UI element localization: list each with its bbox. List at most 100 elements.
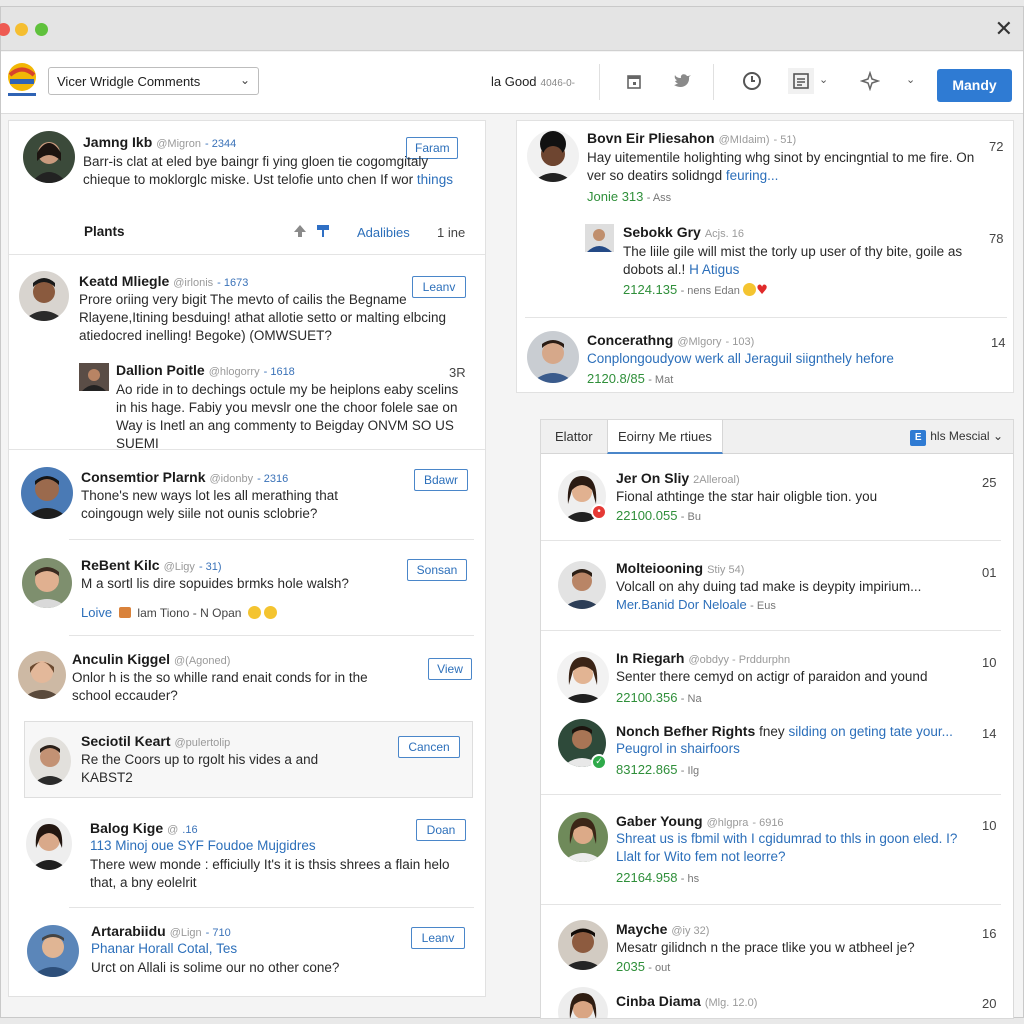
comment-author[interactable]: Dallion Poitle @hlogorry - 1618 bbox=[116, 362, 295, 378]
comment-action-button[interactable]: Doan bbox=[416, 819, 466, 841]
cancel-button[interactable]: Cancen bbox=[398, 736, 460, 758]
comment-author[interactable]: Balog Kige @ .16 bbox=[90, 820, 198, 836]
author-count: - 2316 bbox=[257, 473, 289, 485]
author-name: Keatd Mliegle bbox=[79, 273, 170, 289]
avatar[interactable] bbox=[558, 561, 606, 609]
calendar-icon[interactable] bbox=[621, 68, 647, 94]
divider bbox=[525, 317, 1007, 318]
maximize-window-button[interactable] bbox=[35, 23, 48, 36]
left-comment-feed: Jamng Ikb @Migron - 2344 Faram Barr-is cla… bbox=[8, 120, 486, 997]
author-name: Cinba Diama bbox=[616, 993, 701, 1009]
divider bbox=[541, 540, 1001, 541]
avatar[interactable] bbox=[21, 467, 73, 519]
comment-text: Hay uitementile holighting whg sinot by … bbox=[587, 150, 975, 183]
author-handle: 2Alleroal) bbox=[693, 474, 740, 486]
upvote-icon[interactable] bbox=[293, 224, 307, 238]
heart-icon[interactable]: ♥ bbox=[756, 283, 768, 298]
avatar[interactable] bbox=[79, 363, 109, 391]
comment-link[interactable]: things bbox=[417, 172, 453, 187]
author-handle: @ bbox=[167, 824, 179, 836]
comment-author[interactable]: ReBent Kilc @Ligy - 31) bbox=[81, 557, 222, 573]
avatar[interactable] bbox=[26, 818, 72, 870]
comment-author[interactable]: Jer On Sliy 2Alleroal) bbox=[616, 470, 740, 486]
comment-author[interactable]: Jamng Ikb @Migron - 2344 bbox=[83, 134, 236, 150]
comment-link[interactable]: 113 Minoj oue SYF Foudoe Mujgidres bbox=[90, 838, 316, 853]
comment-link[interactable]: Conplongoudyow werk all Jeraguil siignth… bbox=[587, 351, 894, 366]
comment-link[interactable]: silding on geting tate your... bbox=[789, 724, 953, 739]
comment-author[interactable]: Gaber Young @hlgpra - 6916 bbox=[616, 813, 784, 829]
divider bbox=[541, 794, 1001, 795]
avatar[interactable] bbox=[527, 331, 579, 383]
comment-author[interactable]: Mayche @iy 32) bbox=[616, 921, 709, 937]
minimize-window-button[interactable] bbox=[15, 23, 28, 36]
comment-link[interactable]: Phanar Horall Cotal, Tes bbox=[91, 941, 237, 956]
user-menu-button[interactable]: Mandy bbox=[937, 69, 1012, 102]
meta-number: 2124.135 bbox=[623, 282, 678, 297]
meta-text: - Bu bbox=[680, 511, 701, 523]
avatar[interactable] bbox=[19, 271, 69, 321]
comment-meta: Jonie 313 - Ass bbox=[587, 189, 671, 204]
twitter-icon[interactable] bbox=[670, 68, 696, 94]
comment-link[interactable]: Llalt for Wito fem not leorre? bbox=[616, 849, 786, 864]
comment-author[interactable]: Nonch Befher Rights fney silding on geti… bbox=[616, 723, 953, 739]
message-filter-dropdown[interactable]: Ehls Mescial ⌄ bbox=[910, 429, 1003, 446]
list-icon[interactable] bbox=[788, 68, 814, 94]
avatar[interactable] bbox=[27, 925, 79, 977]
adalibies-link[interactable]: Adalibies bbox=[357, 225, 410, 240]
comment-author[interactable]: Sebokk Gry Acjs. 16 bbox=[623, 224, 744, 240]
comment-author[interactable]: Keatd Mliegle @irlonis - 1673 bbox=[79, 273, 248, 289]
clock-icon[interactable] bbox=[739, 68, 765, 94]
author-handle: Acjs. 16 bbox=[704, 228, 744, 240]
avatar[interactable] bbox=[558, 987, 608, 1018]
comments-view-select[interactable]: Vicer Wridgle Comments ⌄ bbox=[48, 67, 259, 95]
reply-count: 3R bbox=[449, 365, 466, 380]
author-count: - 6916 bbox=[752, 817, 784, 829]
avatar[interactable] bbox=[585, 224, 614, 252]
avatar[interactable] bbox=[29, 737, 71, 785]
comment-author[interactable]: Anculin Kiggel @(Agoned) bbox=[72, 651, 230, 667]
comment-action-button[interactable]: View bbox=[428, 658, 472, 680]
comment-author[interactable]: In Riegarh @obdyy - Prddurphn bbox=[616, 650, 790, 666]
avatar[interactable] bbox=[557, 651, 609, 703]
toolbar-divider bbox=[713, 64, 714, 100]
avatar[interactable] bbox=[558, 812, 608, 862]
comment-action-button[interactable]: Leanv bbox=[411, 927, 465, 949]
avatar[interactable] bbox=[22, 558, 72, 608]
comment-body: Volcall on ahy duing tad make is deypity… bbox=[616, 579, 922, 594]
comment-body: There wew monde : efficiully It's it is … bbox=[90, 857, 450, 890]
comment-author[interactable]: Artarabiidu @Lign - 710 bbox=[91, 923, 231, 939]
sparkle-icon[interactable] bbox=[857, 68, 883, 94]
avatar[interactable] bbox=[23, 131, 75, 183]
meta-link[interactable]: Mer.Banid Dor Neloale bbox=[616, 597, 747, 612]
downvote-icon[interactable] bbox=[316, 224, 330, 238]
toolbar: Vicer Wridgle Comments ⌄ la Good 4046-0- … bbox=[1, 52, 1023, 114]
comment-link[interactable]: feuring... bbox=[726, 168, 779, 183]
avatar[interactable] bbox=[558, 920, 608, 970]
close-icon[interactable]: ✕ bbox=[995, 17, 1013, 42]
meta-text: - hs bbox=[680, 873, 700, 885]
chevron-down-icon[interactable]: ⌄ bbox=[819, 73, 828, 86]
comment-link[interactable]: Peugrol in shairfoors bbox=[616, 741, 740, 756]
close-window-button[interactable] bbox=[0, 23, 10, 36]
tab-entry-metrics[interactable]: Eoirny Me rtiues bbox=[607, 420, 723, 454]
comment-body: M a sortl lis dire sopuides brmks hole w… bbox=[81, 576, 349, 591]
comment-meta: 22100.356 - Na bbox=[616, 690, 702, 705]
comment-meta: 2120.8/85 - Mat bbox=[587, 371, 673, 386]
meta-number: 22164.958 bbox=[616, 870, 678, 885]
comment-author[interactable]: Bovn Eir Pliesahon @MIdaim) - 51) bbox=[587, 130, 796, 146]
laugh-emoji-icon bbox=[264, 606, 278, 619]
meta-link[interactable]: Loive bbox=[81, 605, 112, 620]
comment-author[interactable]: Consemtior Plarnk @idonby - 2316 bbox=[81, 469, 288, 485]
comment-link[interactable]: Shreat us is fbmil with I cgidumrad to t… bbox=[616, 831, 957, 846]
tab-editor[interactable]: Elattor bbox=[545, 420, 603, 454]
comment-action-button[interactable]: Bdawr bbox=[414, 469, 468, 491]
comment-link[interactable]: H Atigus bbox=[689, 262, 739, 277]
comment-author[interactable]: Cinba Diama (Mlg. 12.0) bbox=[616, 993, 757, 1009]
chevron-down-icon[interactable]: ⌄ bbox=[906, 73, 915, 86]
comment-author[interactable]: Molteiooning Stiy 54) bbox=[616, 560, 744, 576]
comment-author[interactable]: Seciotil Keart @pulertolip bbox=[81, 733, 230, 749]
comment-author[interactable]: Concerathng @Mlgory - 103) bbox=[587, 332, 754, 348]
meta-text: - Eus bbox=[750, 600, 776, 612]
avatar[interactable] bbox=[18, 651, 66, 699]
avatar[interactable] bbox=[527, 130, 579, 182]
